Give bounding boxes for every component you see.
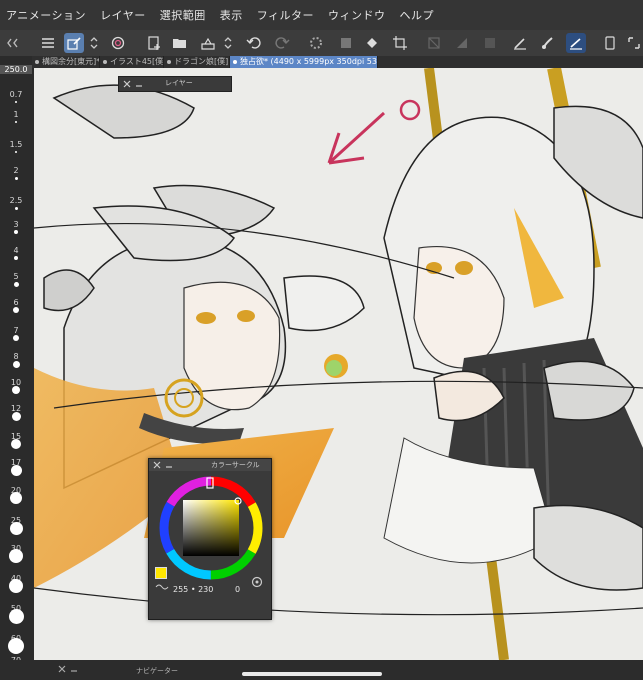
tab-2[interactable]: イラスト45[僕]: [100, 56, 164, 68]
drawing-canvas[interactable]: [34, 68, 643, 660]
brush-size-preset[interactable]: [10, 464, 22, 476]
tab-1[interactable]: 構図余分[東元]*: [32, 56, 100, 68]
brush-size-label: 2: [13, 166, 19, 175]
tab-3-label: ドラゴン娘[僕]: [174, 57, 229, 66]
brush-size-preset[interactable]: [14, 230, 18, 234]
color-panel-header[interactable]: カラーサークル: [149, 459, 271, 471]
brush-size-preset[interactable]: [9, 549, 23, 563]
fill-bucket-icon[interactable]: [362, 33, 382, 53]
tab-3[interactable]: ドラゴン娘[僕]: [164, 56, 230, 68]
rgb-blue-value: 0: [235, 585, 241, 594]
undo-icon[interactable]: [244, 33, 264, 53]
brush-size-preset[interactable]: [10, 492, 22, 504]
brush-size-preset[interactable]: [14, 176, 18, 180]
brush-size-label: 0.7: [9, 90, 23, 99]
invert-selection-icon[interactable]: [452, 33, 472, 53]
stabilizer-icon[interactable]: [566, 33, 586, 53]
brush-size-label: 2.5: [9, 196, 23, 205]
navigator-panel[interactable]: ナビゲーター: [0, 660, 643, 680]
menu-selection[interactable]: 選択範囲: [160, 7, 206, 23]
brush-icon[interactable]: [538, 33, 558, 53]
color-wheel[interactable]: [156, 473, 266, 583]
minimize-icon[interactable]: [70, 665, 78, 673]
edit-tool-icon[interactable]: [64, 33, 84, 53]
close-icon[interactable]: [58, 665, 66, 673]
brush-size-label: 4: [13, 246, 19, 255]
brush-size-label: 5: [13, 272, 19, 281]
brush-size-label: 3: [13, 220, 19, 229]
menu-help[interactable]: ヘルプ: [400, 7, 435, 23]
brush-size-label: 1.5: [9, 140, 23, 149]
command-bar: [0, 30, 643, 57]
pen-pressure-icon[interactable]: [510, 33, 530, 53]
redo-icon[interactable]: [272, 33, 292, 53]
menu-layer[interactable]: レイヤー: [100, 7, 146, 23]
loading-icon[interactable]: [306, 33, 326, 53]
brush-size-preset[interactable]: [15, 121, 17, 123]
close-icon[interactable]: [153, 461, 161, 469]
close-icon[interactable]: [123, 80, 131, 88]
transform-icon[interactable]: [336, 33, 356, 53]
brush-size-preset[interactable]: [13, 307, 19, 313]
brush-size-preset[interactable]: [9, 521, 23, 535]
brush-size-preset[interactable]: [11, 439, 21, 449]
color-circle-panel[interactable]: カラーサークル 255 • 230 0: [148, 458, 272, 620]
layer-panel[interactable]: レイヤー: [118, 76, 232, 92]
brush-size-palette[interactable]: 250.0 0.711.522.534567810121517202530405…: [0, 56, 32, 680]
brush-size-preset[interactable]: [11, 411, 21, 421]
brush-size-preset[interactable]: [14, 256, 18, 260]
brush-size-label: 6: [13, 298, 19, 307]
device-icon[interactable]: [600, 33, 620, 53]
brush-size-label: 8: [13, 352, 19, 361]
save-stepper-icon[interactable]: [222, 33, 234, 53]
navigator-title: ナビゲーター: [136, 667, 178, 675]
brush-size-preset[interactable]: [9, 579, 23, 593]
color-panel-title: カラーサークル: [211, 461, 260, 469]
menu-window[interactable]: ウィンドウ: [328, 7, 386, 23]
menu-bar: アニメーション レイヤー 選択範囲 表示 フィルター ウィンドウ ヘルプ: [0, 0, 643, 30]
quick-access-icon[interactable]: [108, 33, 128, 53]
brush-size-current[interactable]: 250.0: [0, 65, 32, 74]
expand-icon[interactable]: [624, 33, 643, 53]
save-icon[interactable]: [198, 33, 218, 53]
brush-size-preset[interactable]: [12, 360, 20, 368]
deselect-icon[interactable]: [424, 33, 444, 53]
tab-2-label: イラスト45[僕]: [110, 57, 164, 66]
minimize-icon[interactable]: [135, 80, 143, 88]
brush-size-preset[interactable]: [14, 206, 18, 210]
clear-selection-icon[interactable]: [480, 33, 500, 53]
rgb-readout: 255 • 230: [173, 585, 214, 594]
document-tabs: 構図余分[東元]* イラスト45[僕] ドラゴン娘[僕] 独占欲* (4490 …: [32, 56, 643, 68]
brush-size-label: 7: [13, 326, 19, 335]
home-indicator[interactable]: [242, 672, 382, 676]
open-folder-icon[interactable]: [170, 33, 190, 53]
brush-size-label: 1: [13, 110, 19, 119]
brush-size-preset[interactable]: [13, 281, 19, 287]
brush-size-preset[interactable]: [8, 638, 24, 654]
tab-1-label: 構図余分[東元]*: [42, 57, 100, 66]
illustration: [34, 68, 643, 660]
hamburger-menu-icon[interactable]: [38, 33, 58, 53]
color-mode-icon[interactable]: [155, 583, 169, 591]
current-color-swatch[interactable]: [155, 567, 167, 579]
crop-icon[interactable]: [390, 33, 410, 53]
tab-4-active[interactable]: 独占欲* (4490 x 5999px 350dpi 53.9%): [230, 56, 378, 68]
minimize-icon[interactable]: [165, 461, 173, 469]
updown-stepper-icon[interactable]: [88, 33, 100, 53]
brush-size-preset[interactable]: [15, 101, 17, 103]
collapse-icon[interactable]: [4, 33, 24, 53]
menu-animation[interactable]: アニメーション: [6, 7, 86, 23]
new-file-icon[interactable]: [144, 33, 164, 53]
settings-icon[interactable]: [251, 576, 263, 588]
layer-panel-title: レイヤー: [165, 79, 193, 87]
menu-filter[interactable]: フィルター: [257, 7, 314, 23]
menu-view[interactable]: 表示: [220, 7, 243, 23]
brush-size-preset[interactable]: [8, 608, 24, 624]
brush-size-preset[interactable]: [12, 386, 20, 394]
brush-size-preset[interactable]: [13, 335, 19, 341]
brush-size-preset[interactable]: [15, 151, 17, 153]
tab-4-label: 独占欲* (4490 x 5999px 350dpi 53.9%): [240, 57, 377, 66]
